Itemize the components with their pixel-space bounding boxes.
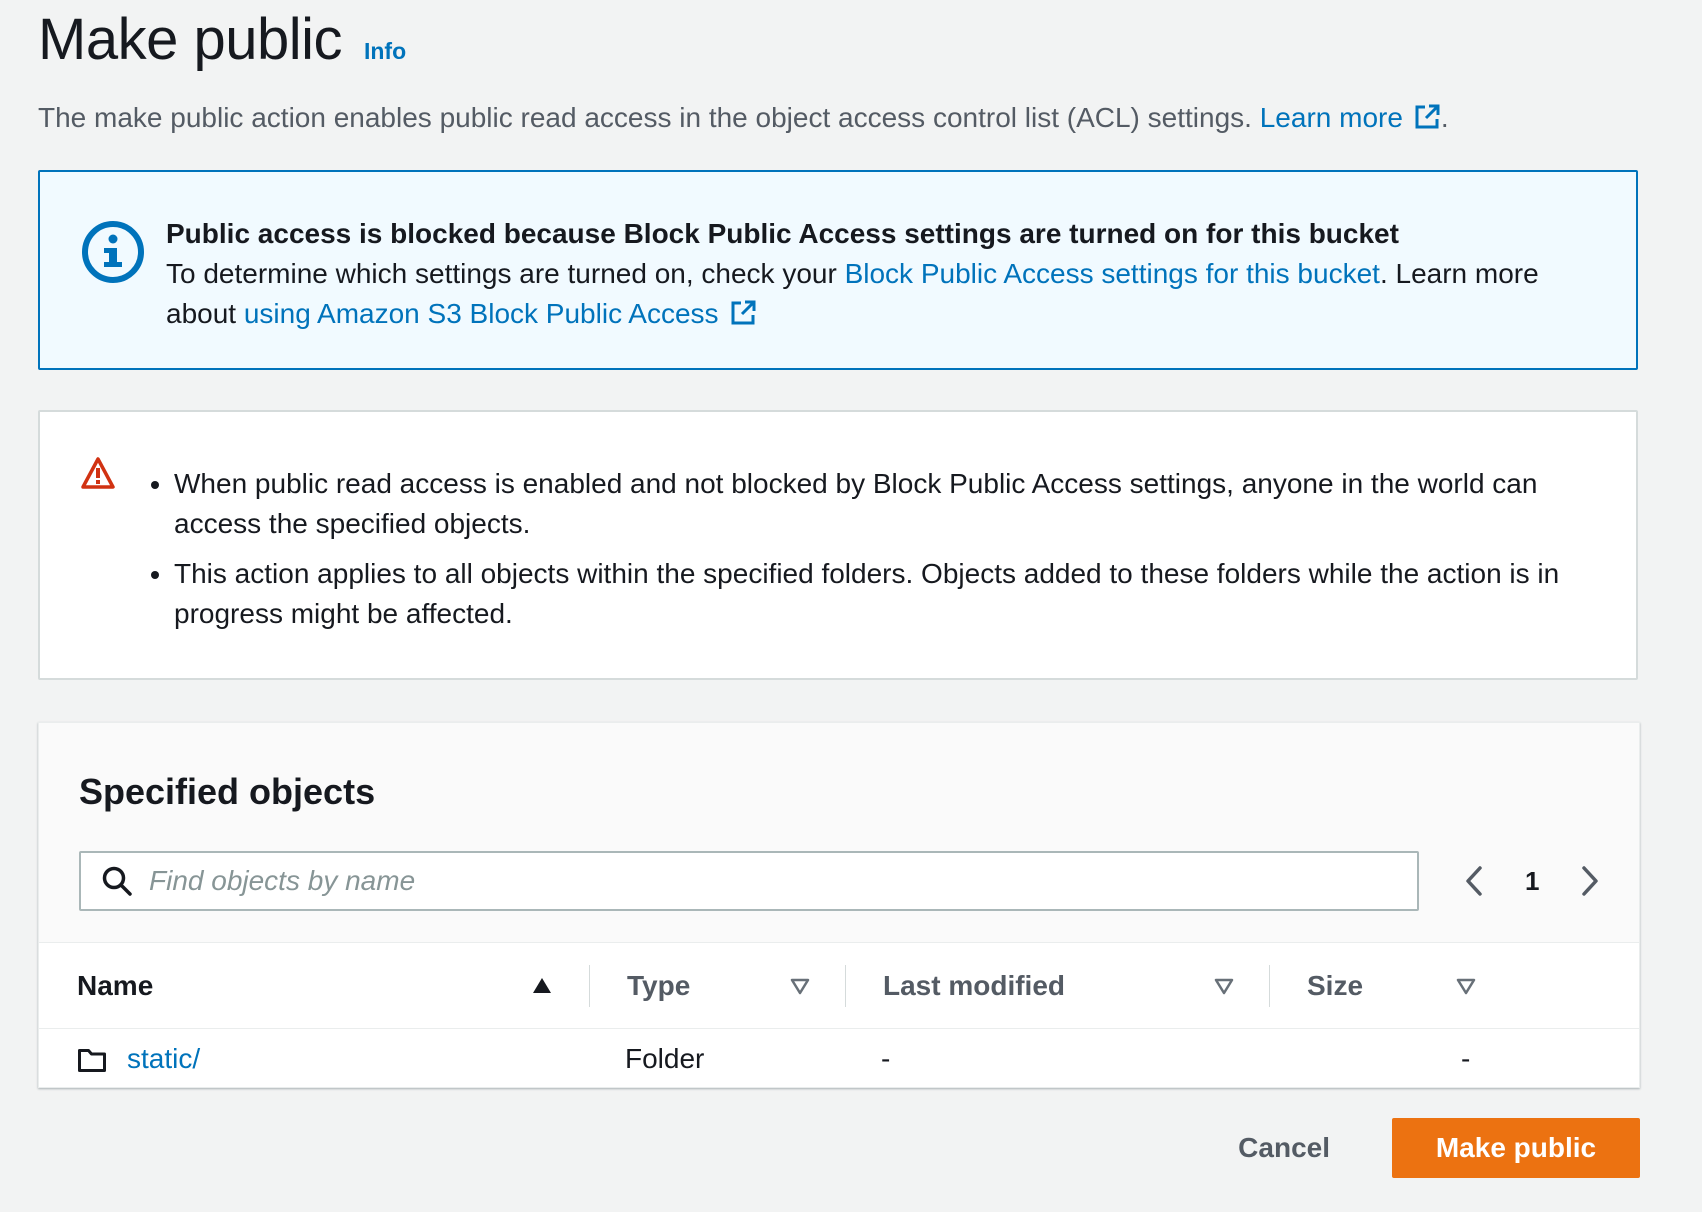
make-public-button[interactable]: Make public bbox=[1392, 1118, 1640, 1178]
learn-more-link[interactable]: Learn more bbox=[1260, 102, 1441, 133]
objects-panel-title: Specified objects bbox=[79, 771, 376, 812]
description-period: . bbox=[1440, 102, 1449, 133]
column-header-type-label: Type bbox=[627, 970, 691, 1001]
column-header-last-modified-label: Last modified bbox=[883, 970, 1066, 1001]
search-input[interactable] bbox=[149, 865, 1349, 897]
sort-unsorted-icon[interactable] bbox=[789, 975, 811, 997]
objects-panel-header: Specified objects 1 bbox=[39, 723, 1639, 943]
warning-item: This action applies to all objects withi… bbox=[174, 554, 1576, 634]
external-link-icon bbox=[731, 300, 756, 325]
page-header: Make public Info bbox=[38, 6, 406, 73]
sort-unsorted-icon[interactable] bbox=[1455, 975, 1477, 997]
pagination: 1 bbox=[1459, 851, 1605, 911]
row-name-cell: static/ bbox=[77, 1029, 200, 1089]
column-header-size-label: Size bbox=[1307, 970, 1364, 1001]
column-divider bbox=[845, 965, 846, 1007]
column-header-size[interactable]: Size bbox=[1307, 943, 1363, 1029]
page-title: Make public bbox=[38, 7, 342, 72]
page-description: The make public action enables public re… bbox=[38, 102, 1449, 134]
info-alert-text-before: To determine which settings are turned o… bbox=[166, 258, 845, 289]
column-header-name-label: Name bbox=[77, 970, 154, 1001]
external-link-icon bbox=[1415, 104, 1440, 129]
make-public-page: Make public Info The make public action … bbox=[0, 0, 1702, 1212]
column-header-last-modified[interactable]: Last modified bbox=[883, 943, 1065, 1029]
sort-unsorted-icon[interactable] bbox=[1213, 975, 1235, 997]
specified-objects-panel: Specified objects 1 Name bbox=[38, 722, 1640, 1088]
table-row: static/ Folder - - bbox=[39, 1029, 1639, 1089]
warning-item: When public read access is enabled and n… bbox=[174, 464, 1576, 544]
object-name-link[interactable]: static/ bbox=[127, 1043, 200, 1075]
warning-triangle-icon bbox=[81, 457, 115, 489]
bpa-link-label: using Amazon S3 Block Public Access bbox=[243, 298, 719, 329]
column-header-name[interactable]: Name bbox=[77, 943, 153, 1029]
row-last-modified-cell: - bbox=[881, 1043, 891, 1074]
folder-icon bbox=[78, 1049, 106, 1072]
column-divider bbox=[589, 965, 590, 1007]
column-divider bbox=[1269, 965, 1270, 1007]
learn-more-label: Learn more bbox=[1259, 102, 1403, 133]
column-header-type[interactable]: Type bbox=[627, 943, 690, 1029]
description-text: The make public action enables public re… bbox=[38, 102, 1252, 133]
warning-list: When public read access is enabled and n… bbox=[174, 464, 1576, 644]
using-s3-block-public-access-link[interactable]: using Amazon S3 Block Public Access bbox=[244, 298, 757, 329]
public-access-warning-alert: When public read access is enabled and n… bbox=[38, 410, 1638, 680]
cancel-button[interactable]: Cancel bbox=[1176, 1118, 1392, 1178]
info-link[interactable]: Info bbox=[364, 38, 406, 65]
next-page-icon[interactable] bbox=[1575, 863, 1605, 899]
previous-page-icon[interactable] bbox=[1459, 863, 1489, 899]
table-header: Name Type Last modified Size bbox=[39, 943, 1639, 1029]
search-box bbox=[79, 851, 1419, 911]
footer-actions: Cancel Make public bbox=[1176, 1118, 1640, 1178]
sort-ascending-icon[interactable] bbox=[531, 975, 553, 997]
block-public-access-settings-link[interactable]: Block Public Access settings for this bu… bbox=[845, 258, 1380, 289]
row-size-cell: - bbox=[1461, 1043, 1471, 1074]
info-alert-body: Public access is blocked because Block P… bbox=[166, 214, 1576, 334]
current-page-number[interactable]: 1 bbox=[1525, 866, 1539, 897]
info-alert-text: To determine which settings are turned o… bbox=[166, 254, 1576, 334]
search-icon bbox=[102, 866, 132, 896]
info-circle-icon bbox=[82, 221, 144, 283]
info-alert-heading: Public access is blocked because Block P… bbox=[166, 218, 1399, 249]
block-public-access-info-alert: Public access is blocked because Block P… bbox=[38, 170, 1638, 370]
row-type-cell: Folder bbox=[625, 1043, 705, 1074]
